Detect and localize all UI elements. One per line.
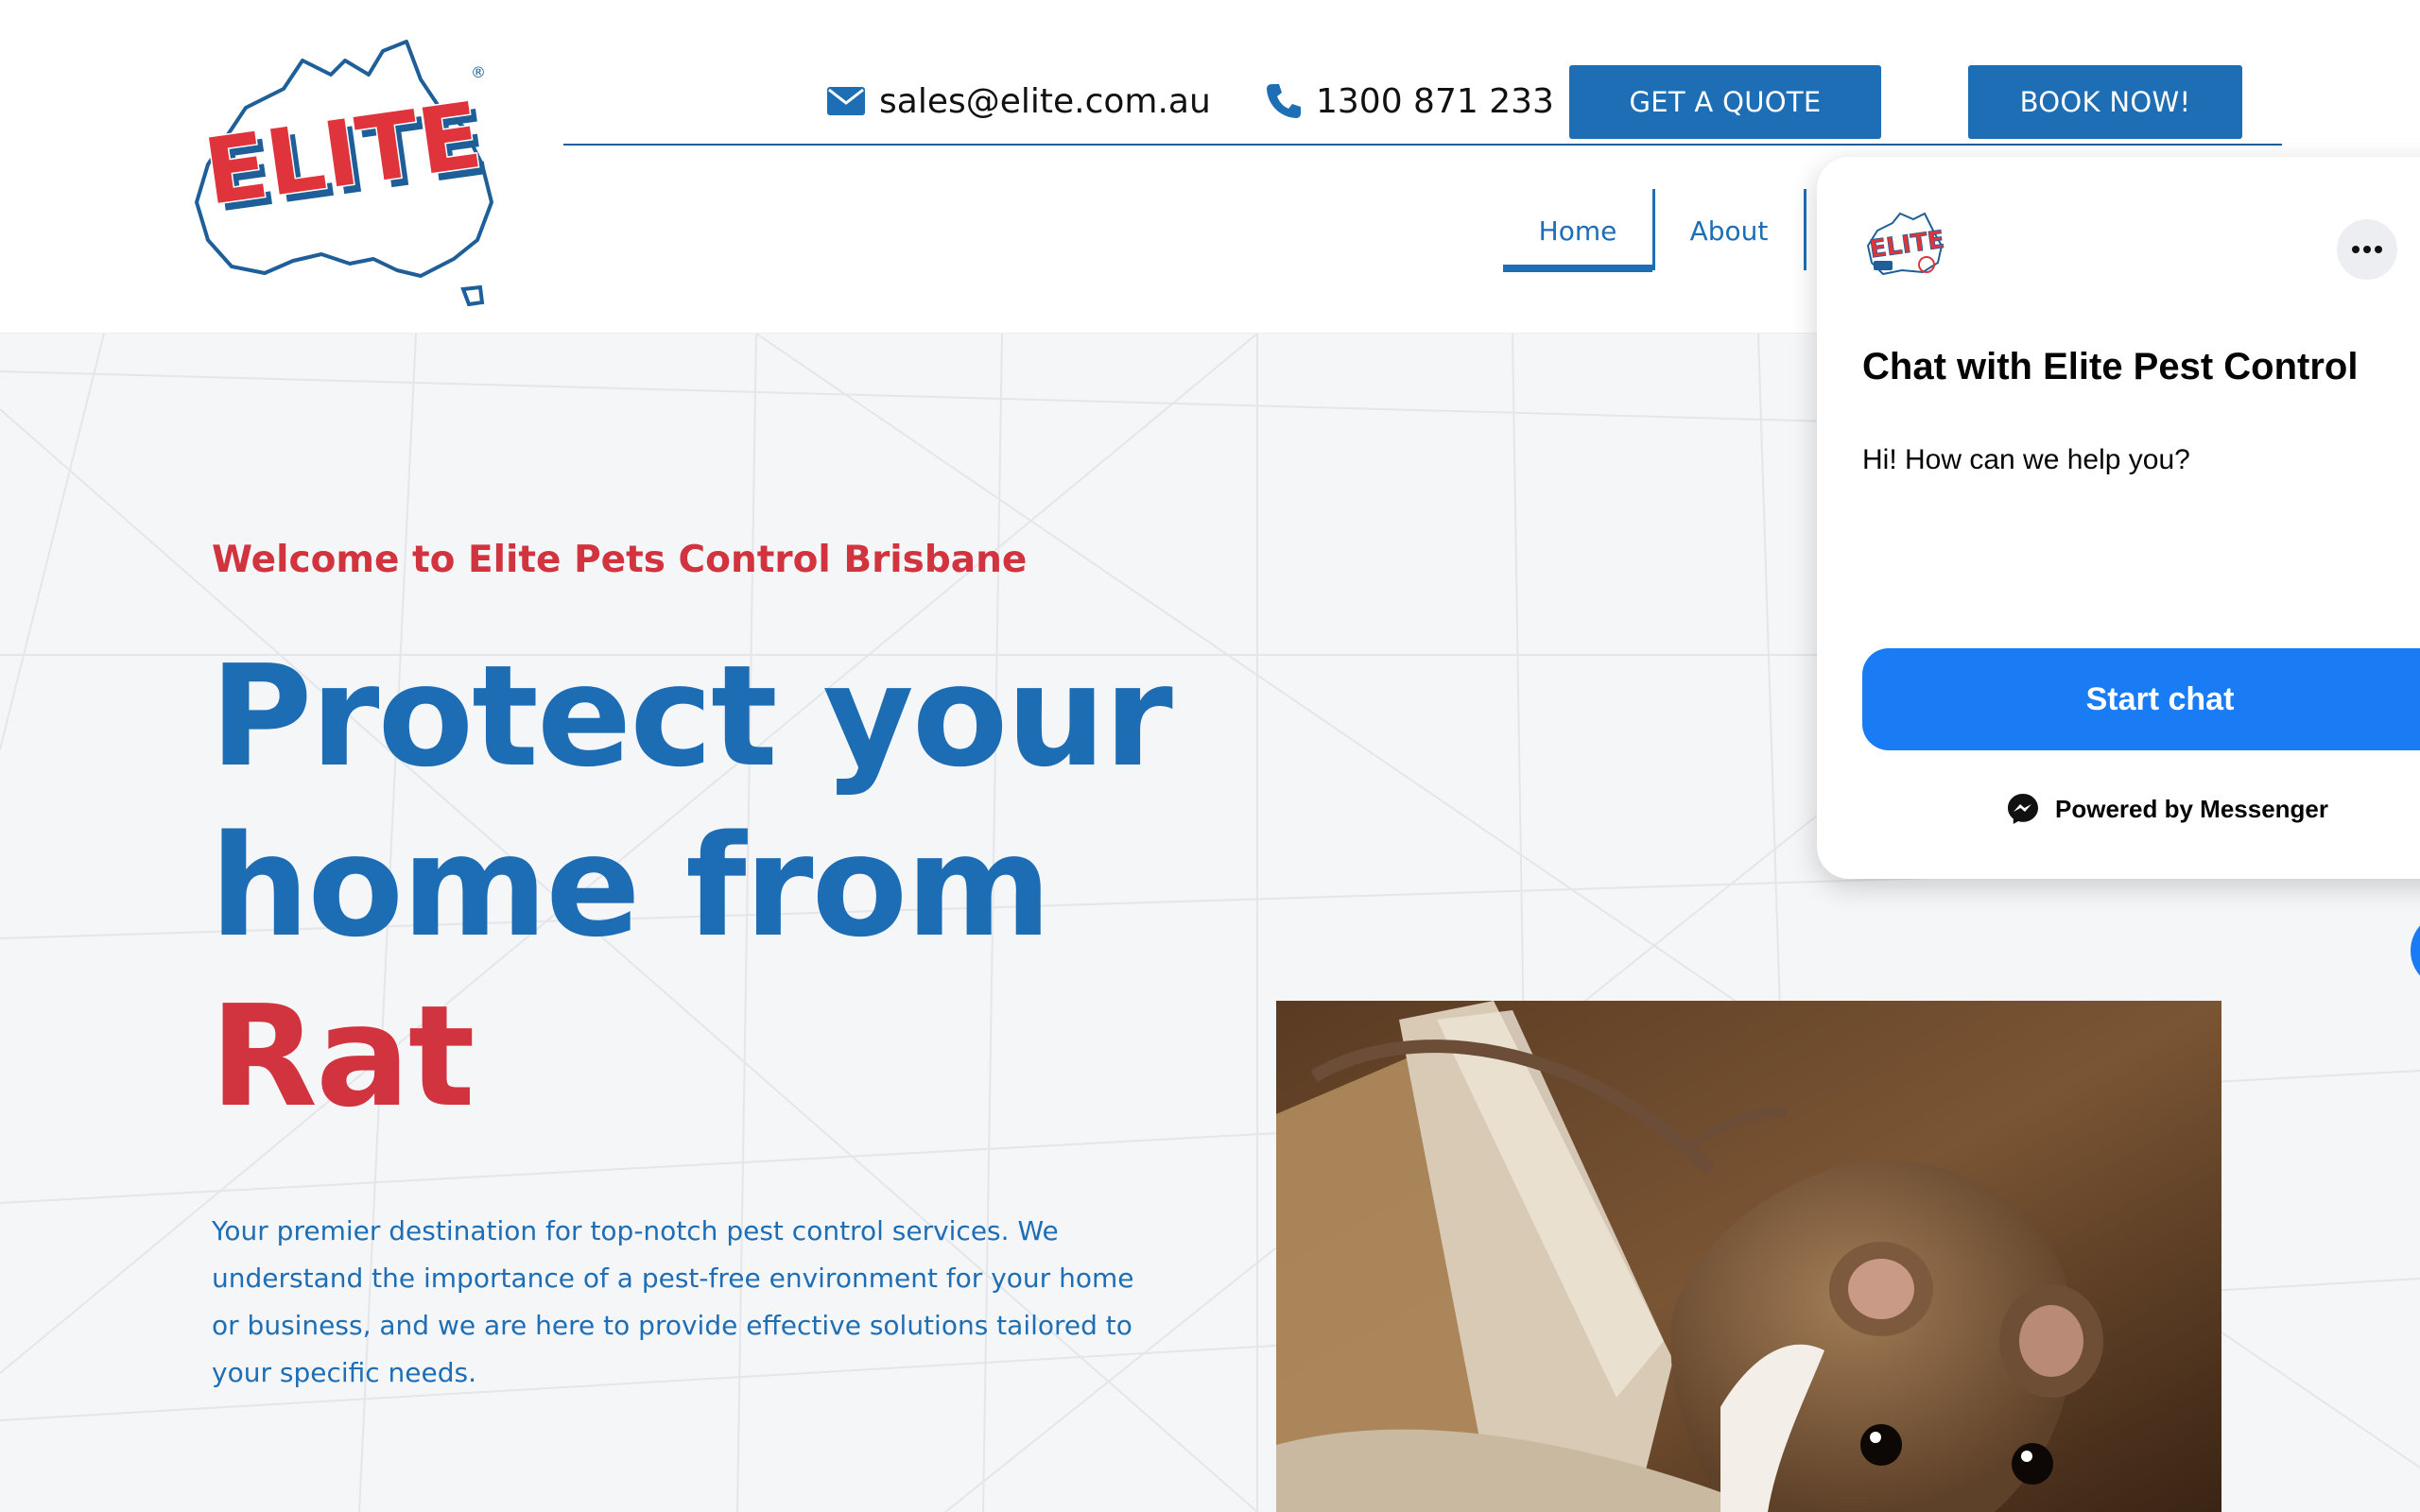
messenger-icon	[2008, 794, 2038, 824]
elite-logo-icon: ELITE	[1864, 210, 1947, 282]
elite-logo[interactable]: ELITE ELITE ®	[180, 23, 520, 307]
headline-line-1: Protect your	[210, 635, 1173, 798]
chat-title: Chat with Elite Pest Control	[1862, 346, 2359, 387]
get-a-quote-button[interactable]: GET A QUOTE	[1569, 65, 1881, 139]
phone-link[interactable]: 1300 871 233	[1265, 74, 1554, 129]
hero-headline: Protect your home from Rat	[210, 631, 1250, 1142]
powered-by-text: Powered by Messenger	[2055, 794, 2328, 823]
envelope-icon	[827, 87, 865, 115]
book-now-button[interactable]: BOOK NOW!	[1968, 65, 2242, 139]
header-divider	[563, 144, 2282, 146]
headline-line-3: Rat	[210, 975, 475, 1138]
phone-icon	[1267, 84, 1301, 118]
nav-separator	[1804, 189, 1806, 270]
more-options-icon	[2352, 246, 2382, 253]
nav-active-indicator	[1503, 265, 1652, 272]
nav-item-about[interactable]: About	[1656, 191, 1802, 270]
messenger-chat-popup: ELITE Chat with Elite Pest Control Hi! H…	[1817, 157, 2420, 879]
rat-photo	[1276, 1001, 2221, 1512]
australia-map-icon: ELITE ELITE ®	[195, 40, 495, 307]
hero-description: Your premier destination for top-notch p…	[212, 1215, 1134, 1388]
headline-line-2: home from	[210, 805, 1051, 968]
email-link[interactable]: sales@elite.com.au	[826, 74, 1211, 129]
welcome-subtitle: Welcome to Elite Pets Control Brisbane	[212, 539, 1028, 581]
chat-greeting: Hi! How can we help you?	[1862, 444, 2190, 475]
powered-by-messenger: Powered by Messenger	[2006, 792, 2328, 826]
email-text: sales@elite.com.au	[879, 81, 1211, 121]
more-options-button[interactable]	[2337, 219, 2397, 280]
nav-item-home[interactable]: Home	[1503, 191, 1652, 270]
nav-separator	[1652, 189, 1655, 270]
start-chat-button[interactable]: Start chat	[1862, 648, 2420, 750]
registered-mark: ®	[471, 63, 486, 81]
phone-text: 1300 871 233	[1316, 81, 1554, 121]
